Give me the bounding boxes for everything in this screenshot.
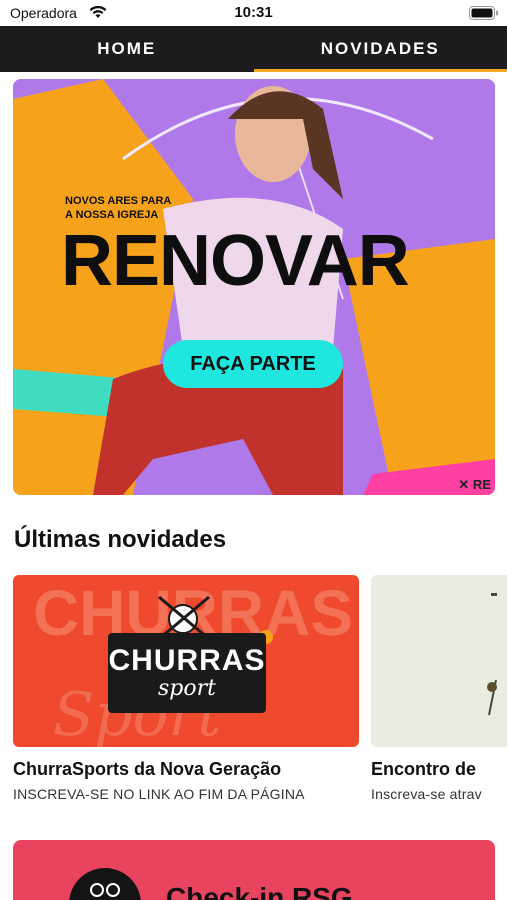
status-bar: Operadora 10:31 [0,0,507,26]
news-card[interactable]: CHURRAS Sport CHURRAS sport ChurraSports… [13,575,359,802]
news-carousel[interactable]: CHURRAS Sport CHURRAS sport ChurraSports… [13,575,507,815]
tab-home-label: HOME [97,39,157,58]
news-card-title: Encontro de [371,759,477,779]
hero-cta-button[interactable]: FAÇA PARTE [163,340,343,388]
hero-kicker-line1: NOVOS ARES PARA [65,195,172,207]
section-title: Últimas novidades [14,526,227,553]
hero-banner[interactable]: NOVOS ARES PARA A NOSSA IGREJA RENOVAR F… [13,79,495,495]
news-card-subtitle: Inscreva-se atrav [371,786,482,802]
hero-watermark: ✕ RE [458,477,491,492]
hero-kicker: NOVOS ARES PARA A NOSSA IGREJA [65,194,205,222]
status-time: 10:31 [234,4,273,21]
news-card-image [371,575,507,747]
battery-icon [469,6,498,20]
hero-title: RENOVAR [61,221,410,301]
news-card-artwork [487,593,497,716]
news-card-subtitle: INSCREVA-SE NO LINK AO FIM DA PÁGINA [13,786,305,802]
tab-novidades-label: NOVIDADES [320,39,440,58]
news-card-image: CHURRAS Sport CHURRAS sport [13,575,359,747]
checkin-banner[interactable]: Check-in RSG [13,840,495,900]
churras-logo: CHURRAS sport [108,633,266,713]
checkin-banner-text: Check-in RSG [166,882,353,900]
churras-logo-sub: sport [158,676,216,701]
top-tab-bar: HOME NOVIDADES [0,26,507,72]
tab-novidades[interactable]: NOVIDADES [253,26,507,72]
tab-home[interactable]: HOME [0,26,254,72]
news-card-title: ChurraSports da Nova Geração [13,759,282,779]
news-card[interactable]: Encontro de Inscreva-se atrav [371,575,507,802]
churras-logo-main: CHURRAS [108,644,266,677]
checkin-icon [69,868,141,900]
hero-kicker-line2: A NOSSA IGREJA [65,209,159,221]
